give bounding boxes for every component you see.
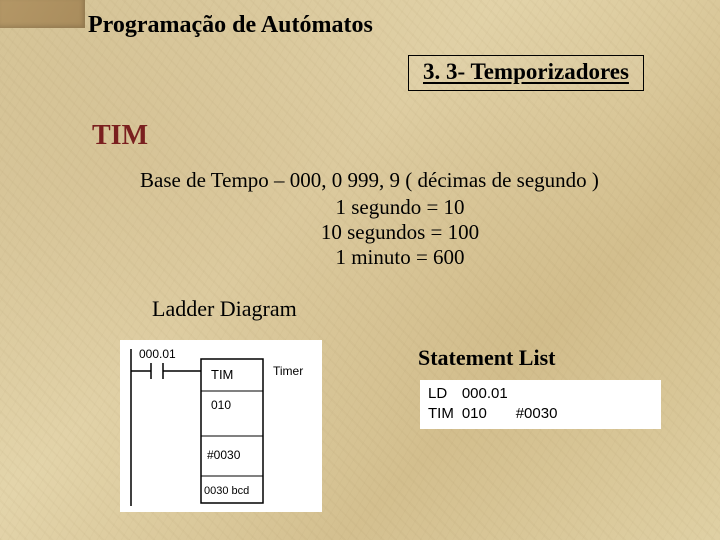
statement-list: LD 000.01 TIM 010 #0030 <box>420 380 661 429</box>
ladder-block-row2: #0030 <box>207 448 241 462</box>
ladder-block-row3: 0030 bcd <box>204 485 249 497</box>
timebase-line1: Base de Tempo – 000, 0 999, 9 ( décimas … <box>140 168 660 193</box>
ladder-annotation: Timer <box>273 364 303 378</box>
statement-list-table: LD 000.01 TIM 010 #0030 <box>428 384 565 423</box>
table-row: LD 000.01 <box>428 384 565 404</box>
ladder-block-title: TIM <box>211 367 233 382</box>
section-subtitle: 3. 3- Temporizadores <box>423 59 629 84</box>
statement-list-label: Statement List <box>418 345 555 371</box>
page-title: Programação de Autómatos <box>88 12 373 39</box>
ladder-contact-label: 000.01 <box>139 347 176 361</box>
stlist-cell: TIM <box>428 404 462 424</box>
timebase-line3: 10 segundos = 100 <box>140 220 660 245</box>
timebase-line4: 1 minuto = 600 <box>140 245 660 270</box>
ladder-diagram-svg: 000.01 TIM 010 #0030 0030 bcd Timer <box>121 341 321 511</box>
timebase-line2: 1 segundo = 10 <box>140 195 660 220</box>
ladder-block-row1: 010 <box>211 398 231 412</box>
stlist-cell: 000.01 <box>462 384 516 404</box>
section-subtitle-box: 3. 3- Temporizadores <box>408 55 644 91</box>
table-row: TIM 010 #0030 <box>428 404 565 424</box>
stlist-cell: #0030 <box>516 404 566 424</box>
stlist-cell <box>516 384 566 404</box>
instruction-mnemonic: TIM <box>92 120 148 152</box>
corner-decoration <box>0 0 85 28</box>
ladder-diagram: 000.01 TIM 010 #0030 0030 bcd Timer <box>120 340 322 512</box>
stlist-cell: 010 <box>462 404 516 424</box>
stlist-cell: LD <box>428 384 462 404</box>
slide: Programação de Autómatos 3. 3- Temporiza… <box>0 0 720 540</box>
ladder-diagram-label: Ladder Diagram <box>152 296 297 322</box>
timebase-block: Base de Tempo – 000, 0 999, 9 ( décimas … <box>140 168 660 270</box>
